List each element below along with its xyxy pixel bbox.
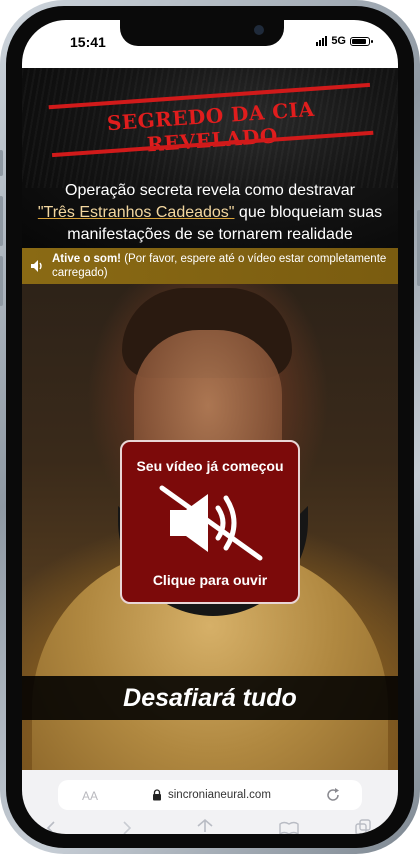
network-label: 5G: [331, 35, 346, 47]
unmute-overlay-button[interactable]: Seu vídeo já começou Clique para ouvir: [120, 440, 300, 604]
overlay-action: Clique para ouvir: [152, 572, 268, 588]
battery-icon: [350, 36, 373, 46]
status-bar: 15:41 5G: [22, 20, 398, 68]
address-bar[interactable]: AA sincronianeural.com: [58, 780, 362, 810]
overlay-title: Seu vídeo já começou: [136, 458, 284, 474]
text-size-button[interactable]: AA: [82, 789, 98, 803]
muted-speaker-icon: [159, 485, 263, 561]
url-text: sincronianeural.com: [168, 789, 271, 801]
side-button-left-1: [0, 150, 3, 176]
headline-highlight: "Três Estranhos Cadeados": [37, 204, 235, 221]
secret-stamp: SEGREDO DA CIA REVELADO: [48, 82, 374, 158]
sound-banner-bold: Ative o som!: [52, 253, 122, 265]
headline: Operação secreta revela como destravar "…: [36, 180, 384, 246]
video-player[interactable]: Ative o som! (Por favor, espere até o ví…: [22, 248, 398, 778]
side-button-left-2: [0, 196, 3, 246]
browser-toolbar: [22, 818, 398, 834]
browser-bar: AA sincronianeural.com: [22, 770, 398, 834]
phone-screen: 15:41 5G SEGREDO DA CIA REVELADO Operaçã…: [22, 20, 398, 834]
phone-frame: 15:41 5G SEGREDO DA CIA REVELADO Operaçã…: [0, 0, 420, 854]
page-header: SEGREDO DA CIA REVELADO Operação secreta…: [22, 68, 398, 250]
status-icons: 5G: [316, 35, 373, 47]
toolbar-icons: [46, 818, 371, 834]
lock-icon: [153, 789, 161, 801]
reload-icon[interactable]: [324, 786, 342, 804]
video-caption: Desafiará tudo: [22, 676, 398, 720]
sound-banner[interactable]: Ative o som! (Por favor, espere até o ví…: [22, 248, 398, 284]
notch: [120, 20, 284, 46]
front-camera-icon: [254, 25, 264, 35]
speaker-icon: [31, 260, 42, 272]
side-button-left-3: [0, 256, 3, 306]
signal-icon: [316, 36, 328, 46]
headline-part-1: Operação secreta revela como destravar: [65, 182, 355, 199]
status-time: 15:41: [70, 34, 106, 50]
